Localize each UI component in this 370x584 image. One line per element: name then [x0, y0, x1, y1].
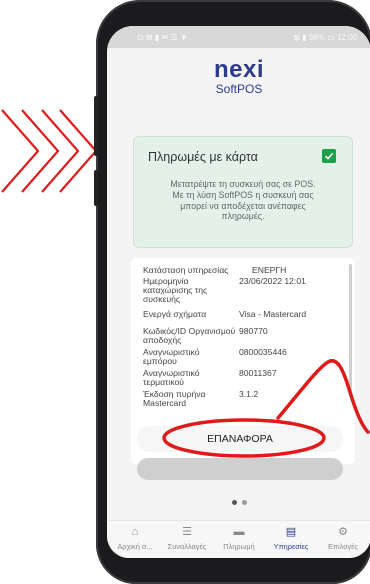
- card-payments-panel[interactable]: Πληρωμές με κάρτα Μετατρέψτε τη συσκευή …: [133, 136, 353, 248]
- services-icon: ▤: [285, 526, 297, 538]
- volume-button: [94, 96, 98, 156]
- nexi-logo: nexi SoftPOS: [107, 56, 370, 97]
- nav-options[interactable]: ⚙ Επιλογές: [317, 521, 369, 558]
- chevron-arrows-annotation: [1, 109, 98, 193]
- home-icon: ⌂: [131, 526, 139, 538]
- page-dot: [241, 500, 247, 505]
- card-description: Μετατρέψτε τη συσκευή σας σε POS. Με τη …: [170, 179, 316, 222]
- card-icon: ▬: [233, 526, 245, 538]
- check-icon: [324, 152, 334, 160]
- page-indicator: [107, 500, 370, 505]
- nav-payment[interactable]: ▬ Πληρωμή: [213, 521, 265, 558]
- status-bar: ⊡ ⊠ ▮ ✉ ☰ ▼ ⊠ ▮ 56% ▭ 12:00: [107, 26, 370, 48]
- nav-transactions[interactable]: ☰ Συναλλαγές: [161, 521, 213, 558]
- gear-icon: ⚙: [338, 526, 348, 538]
- reset-button[interactable]: ΕΠΑΝΑΦΟΡΑ: [137, 426, 343, 452]
- logo-product: SoftPOS: [215, 82, 263, 96]
- app-screen: ⊡ ⊠ ▮ ✉ ☰ ▼ ⊠ ▮ 56% ▭ 12:00 nexi SoftPOS…: [107, 26, 370, 558]
- page-dot-active: [231, 500, 237, 505]
- enabled-checkbox[interactable]: [322, 149, 336, 163]
- bottom-navigation: ⌂ Αρχική σ... ☰ Συναλλαγές ▬ Πληρωμή ▤ Υ…: [107, 520, 370, 558]
- nav-home[interactable]: ⌂ Αρχική σ...: [109, 521, 161, 558]
- list-icon: ☰: [182, 526, 192, 538]
- scrollbar[interactable]: [349, 264, 352, 394]
- status-icons-left: ⊡ ⊠ ▮ ✉ ☰ ▼: [137, 32, 188, 42]
- nav-services[interactable]: ▤ Υπηρεσίες: [265, 521, 317, 558]
- card-title: Πληρωμές με κάρτα: [148, 150, 258, 164]
- logo-brand: nexi: [213, 56, 265, 83]
- status-icons-right: ⊠ ▮ 56% ▭ 12:00: [293, 32, 357, 42]
- power-button: [94, 170, 98, 206]
- secondary-button-disabled: [137, 458, 343, 480]
